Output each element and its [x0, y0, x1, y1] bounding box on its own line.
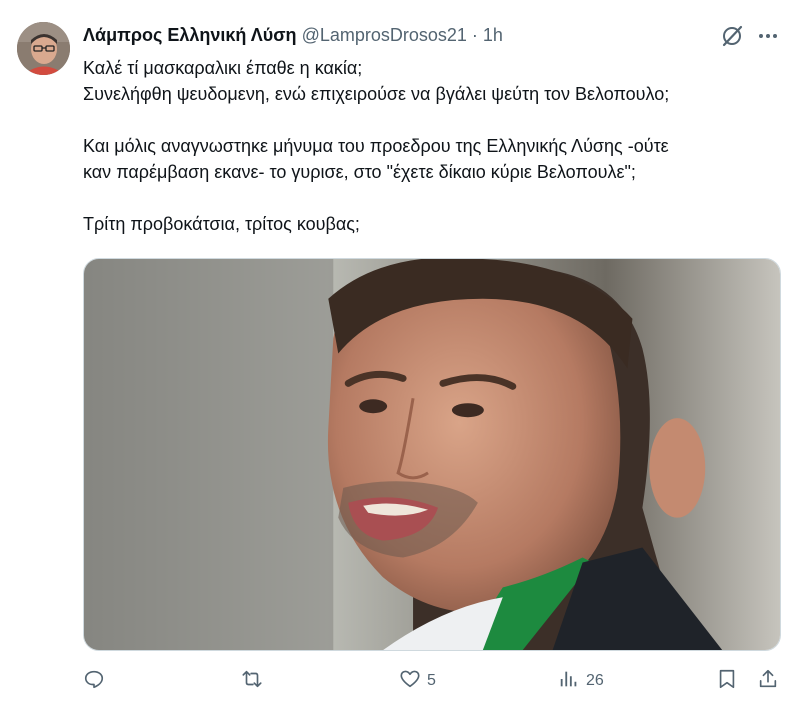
text-line: Τρίτη προβοκάτσια, τρίτος κουβας;: [83, 214, 360, 234]
like-count: 5: [427, 672, 436, 689]
tweet-photo[interactable]: [83, 258, 781, 651]
grok-icon[interactable]: [720, 24, 744, 48]
text-line: Καλέ τί μασκαραλικι έπαθε η κακία;: [83, 58, 363, 78]
action-bar: 5 26: [83, 668, 783, 694]
tweet-header: Λάμπρος Ελληνική Λύση @LamprosDrosos21 ·…: [83, 24, 503, 46]
retweet-icon: [241, 668, 263, 695]
text-line: Συνελήφθη ψευδομενη, ενώ επιχειρούσε να …: [83, 84, 670, 104]
bookmark-icon: [716, 668, 738, 695]
more-options-icon[interactable]: [756, 24, 780, 48]
timestamp[interactable]: 1h: [483, 25, 503, 46]
text-line: Και μόλις αναγνωστηκε μήνυμα του προεδρο…: [83, 136, 669, 156]
views-count: 26: [586, 672, 604, 689]
bookmark-button[interactable]: [716, 668, 738, 694]
separator-dot: ·: [471, 24, 478, 45]
heart-icon: [399, 668, 421, 695]
avatar[interactable]: [17, 22, 70, 75]
share-icon: [757, 668, 779, 695]
author-handle[interactable]: @LamprosDrosos21: [302, 25, 467, 46]
like-button[interactable]: 5: [399, 668, 436, 694]
reply-icon: [83, 668, 105, 695]
reply-button[interactable]: [83, 668, 111, 694]
views-button[interactable]: 26: [558, 668, 604, 694]
retweet-button[interactable]: [241, 668, 269, 694]
tweet[interactable]: Λάμπρος Ελληνική Λύση @LamprosDrosos21 ·…: [0, 0, 805, 709]
views-icon: [558, 668, 580, 695]
tweet-text: Καλέ τί μασκαραλικι έπαθε η κακία; Συνελ…: [83, 55, 783, 237]
text-line: καν παρέμβαση εκανε- το γυρισε, στο "έχε…: [83, 162, 636, 182]
share-button[interactable]: [757, 668, 779, 694]
author-name[interactable]: Λάμπρος Ελληνική Λύση: [83, 25, 297, 46]
